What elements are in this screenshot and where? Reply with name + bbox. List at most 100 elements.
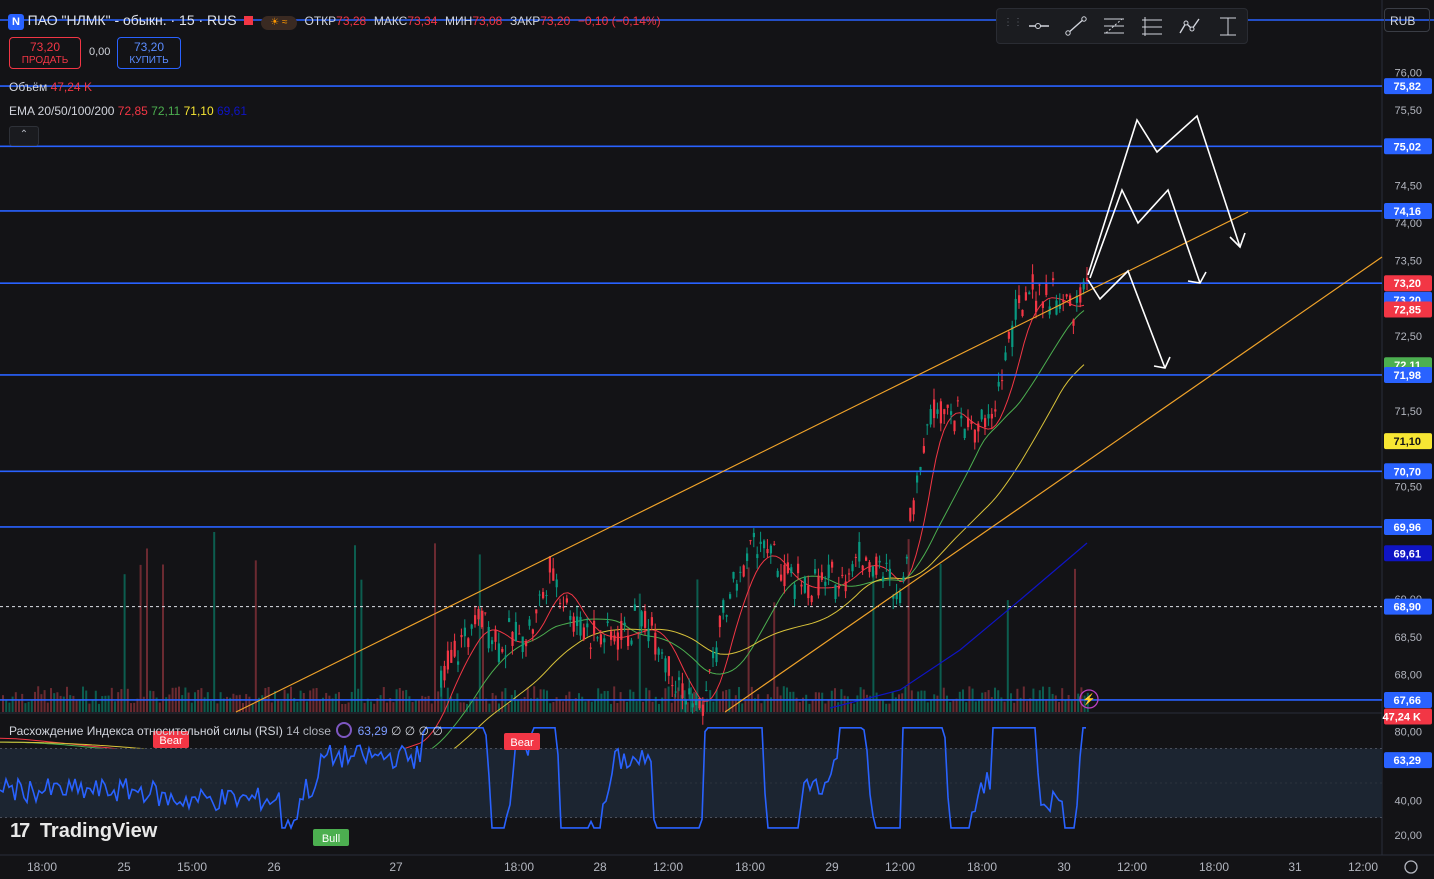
trend-line-icon[interactable] — [1064, 15, 1088, 37]
volume-bar — [219, 692, 222, 712]
candle-body — [491, 640, 494, 645]
volume-bar — [402, 690, 404, 712]
candle-body — [593, 620, 596, 634]
chart-background — [0, 0, 1434, 879]
volume-bar — [619, 692, 622, 712]
volume-bar — [306, 701, 308, 712]
volume-bar — [571, 701, 574, 712]
horizontal-ray-icon[interactable] — [1027, 15, 1051, 37]
candle-body — [1024, 292, 1027, 301]
candle-body — [888, 568, 891, 578]
x-tick-label: 18:00 — [967, 860, 997, 874]
volume-legend[interactable]: Объём 47,24 K — [9, 80, 92, 94]
volume-bar — [744, 700, 747, 712]
x-tick-label: 18:00 — [27, 860, 57, 874]
volume-bar — [72, 695, 75, 712]
volume-bar — [1035, 700, 1038, 712]
candle-body — [695, 700, 698, 706]
volume-bar — [459, 702, 462, 712]
candle-body — [630, 640, 633, 645]
candle-body — [1072, 319, 1075, 326]
x-tick-label: 15:00 — [177, 860, 207, 874]
volume-bar — [920, 690, 923, 712]
candle-body — [535, 609, 538, 614]
price-chart[interactable]: 76,0075,5074,5074,0073,5073,0072,5071,50… — [0, 0, 1434, 879]
y-tick-label: 75,50 — [1394, 105, 1422, 117]
date-range-icon[interactable] — [1216, 15, 1240, 37]
volume-bar — [558, 699, 561, 712]
volume-bar — [475, 696, 478, 712]
candle-body — [715, 647, 718, 663]
volume-bar — [987, 690, 990, 712]
candle-body — [484, 612, 487, 614]
candle-body — [1035, 300, 1038, 313]
volume-bar — [18, 699, 20, 712]
drag-handle-icon[interactable]: ⋮⋮ — [1003, 18, 1023, 33]
volume-bar — [1054, 695, 1057, 712]
volume-bar — [8, 702, 11, 712]
candle-body — [752, 532, 755, 538]
candle-body — [865, 557, 868, 561]
candle-body — [800, 584, 803, 587]
ema-legend[interactable]: EMA 20/50/100/200 72,85 72,11 71,10 69,6… — [9, 104, 247, 118]
volume-bar — [187, 692, 190, 712]
candle-body — [1001, 380, 1004, 382]
candle-body — [933, 399, 936, 419]
x-tick-label: 12:00 — [653, 860, 683, 874]
symbol-title[interactable]: ПАО "НЛМК" - обыкн. · 15 · RUS — [28, 12, 237, 28]
volume-bar — [715, 689, 718, 712]
volume-bar — [392, 702, 395, 712]
candle-body — [511, 631, 514, 646]
volume-bar — [472, 699, 475, 712]
volume-bar — [350, 691, 353, 712]
volume-bar — [296, 701, 299, 712]
candle-body — [916, 475, 919, 483]
tradingview-mark-icon: 17 — [10, 820, 30, 842]
buy-button[interactable]: 73,20 КУПИТЬ — [117, 37, 181, 69]
candle-body — [443, 665, 446, 681]
volume-bar — [1074, 568, 1076, 712]
volume-bar — [152, 691, 155, 712]
candle-body — [467, 638, 470, 648]
tradingview-logo[interactable]: 17 TradingView — [10, 820, 157, 843]
volume-value: 47,24 K — [50, 80, 92, 94]
volume-bar — [872, 570, 875, 712]
volume-bar — [232, 693, 235, 712]
currency-selector[interactable]: RUB — [1384, 8, 1430, 32]
volume-bar — [370, 701, 372, 712]
volume-bar — [235, 695, 238, 712]
candle-body — [569, 615, 572, 620]
price-label-text: 74,16 — [1393, 206, 1421, 218]
volume-bar — [789, 691, 792, 712]
candle-body — [518, 633, 521, 635]
candle-body — [824, 581, 827, 586]
volume-bar — [261, 695, 264, 712]
volume-bar — [354, 545, 356, 712]
volume-bar — [549, 703, 552, 712]
collapse-legend-button[interactable]: ⌃ — [9, 126, 39, 146]
volume-bar — [286, 693, 289, 712]
volume-bar — [40, 694, 43, 712]
ema200-value: 69,61 — [217, 104, 248, 118]
candle-body — [735, 583, 738, 591]
fib-retracement-icon[interactable] — [1102, 15, 1126, 37]
volume-bar — [629, 689, 632, 712]
candle-body — [477, 608, 480, 620]
path-icon[interactable] — [1178, 15, 1202, 37]
sell-button[interactable]: 73,20 ПРОДАТЬ — [9, 37, 81, 69]
volume-bar — [1038, 690, 1041, 712]
candle-body — [905, 556, 908, 559]
rsi-legend[interactable]: Расхождение Индекса относительной силы (… — [9, 722, 443, 738]
long-position-icon[interactable] — [1140, 15, 1164, 37]
candle-body — [977, 423, 980, 432]
flag-icon — [244, 16, 254, 25]
volume-bar — [162, 564, 164, 712]
volume-bar — [658, 703, 660, 712]
volume-bar — [811, 699, 814, 712]
candle-body — [868, 562, 871, 572]
volume-bar — [421, 695, 424, 712]
volume-bar — [133, 702, 136, 712]
volume-bar — [635, 701, 638, 712]
y-tick-label: 76,00 — [1394, 68, 1422, 80]
candle-body — [504, 655, 507, 658]
